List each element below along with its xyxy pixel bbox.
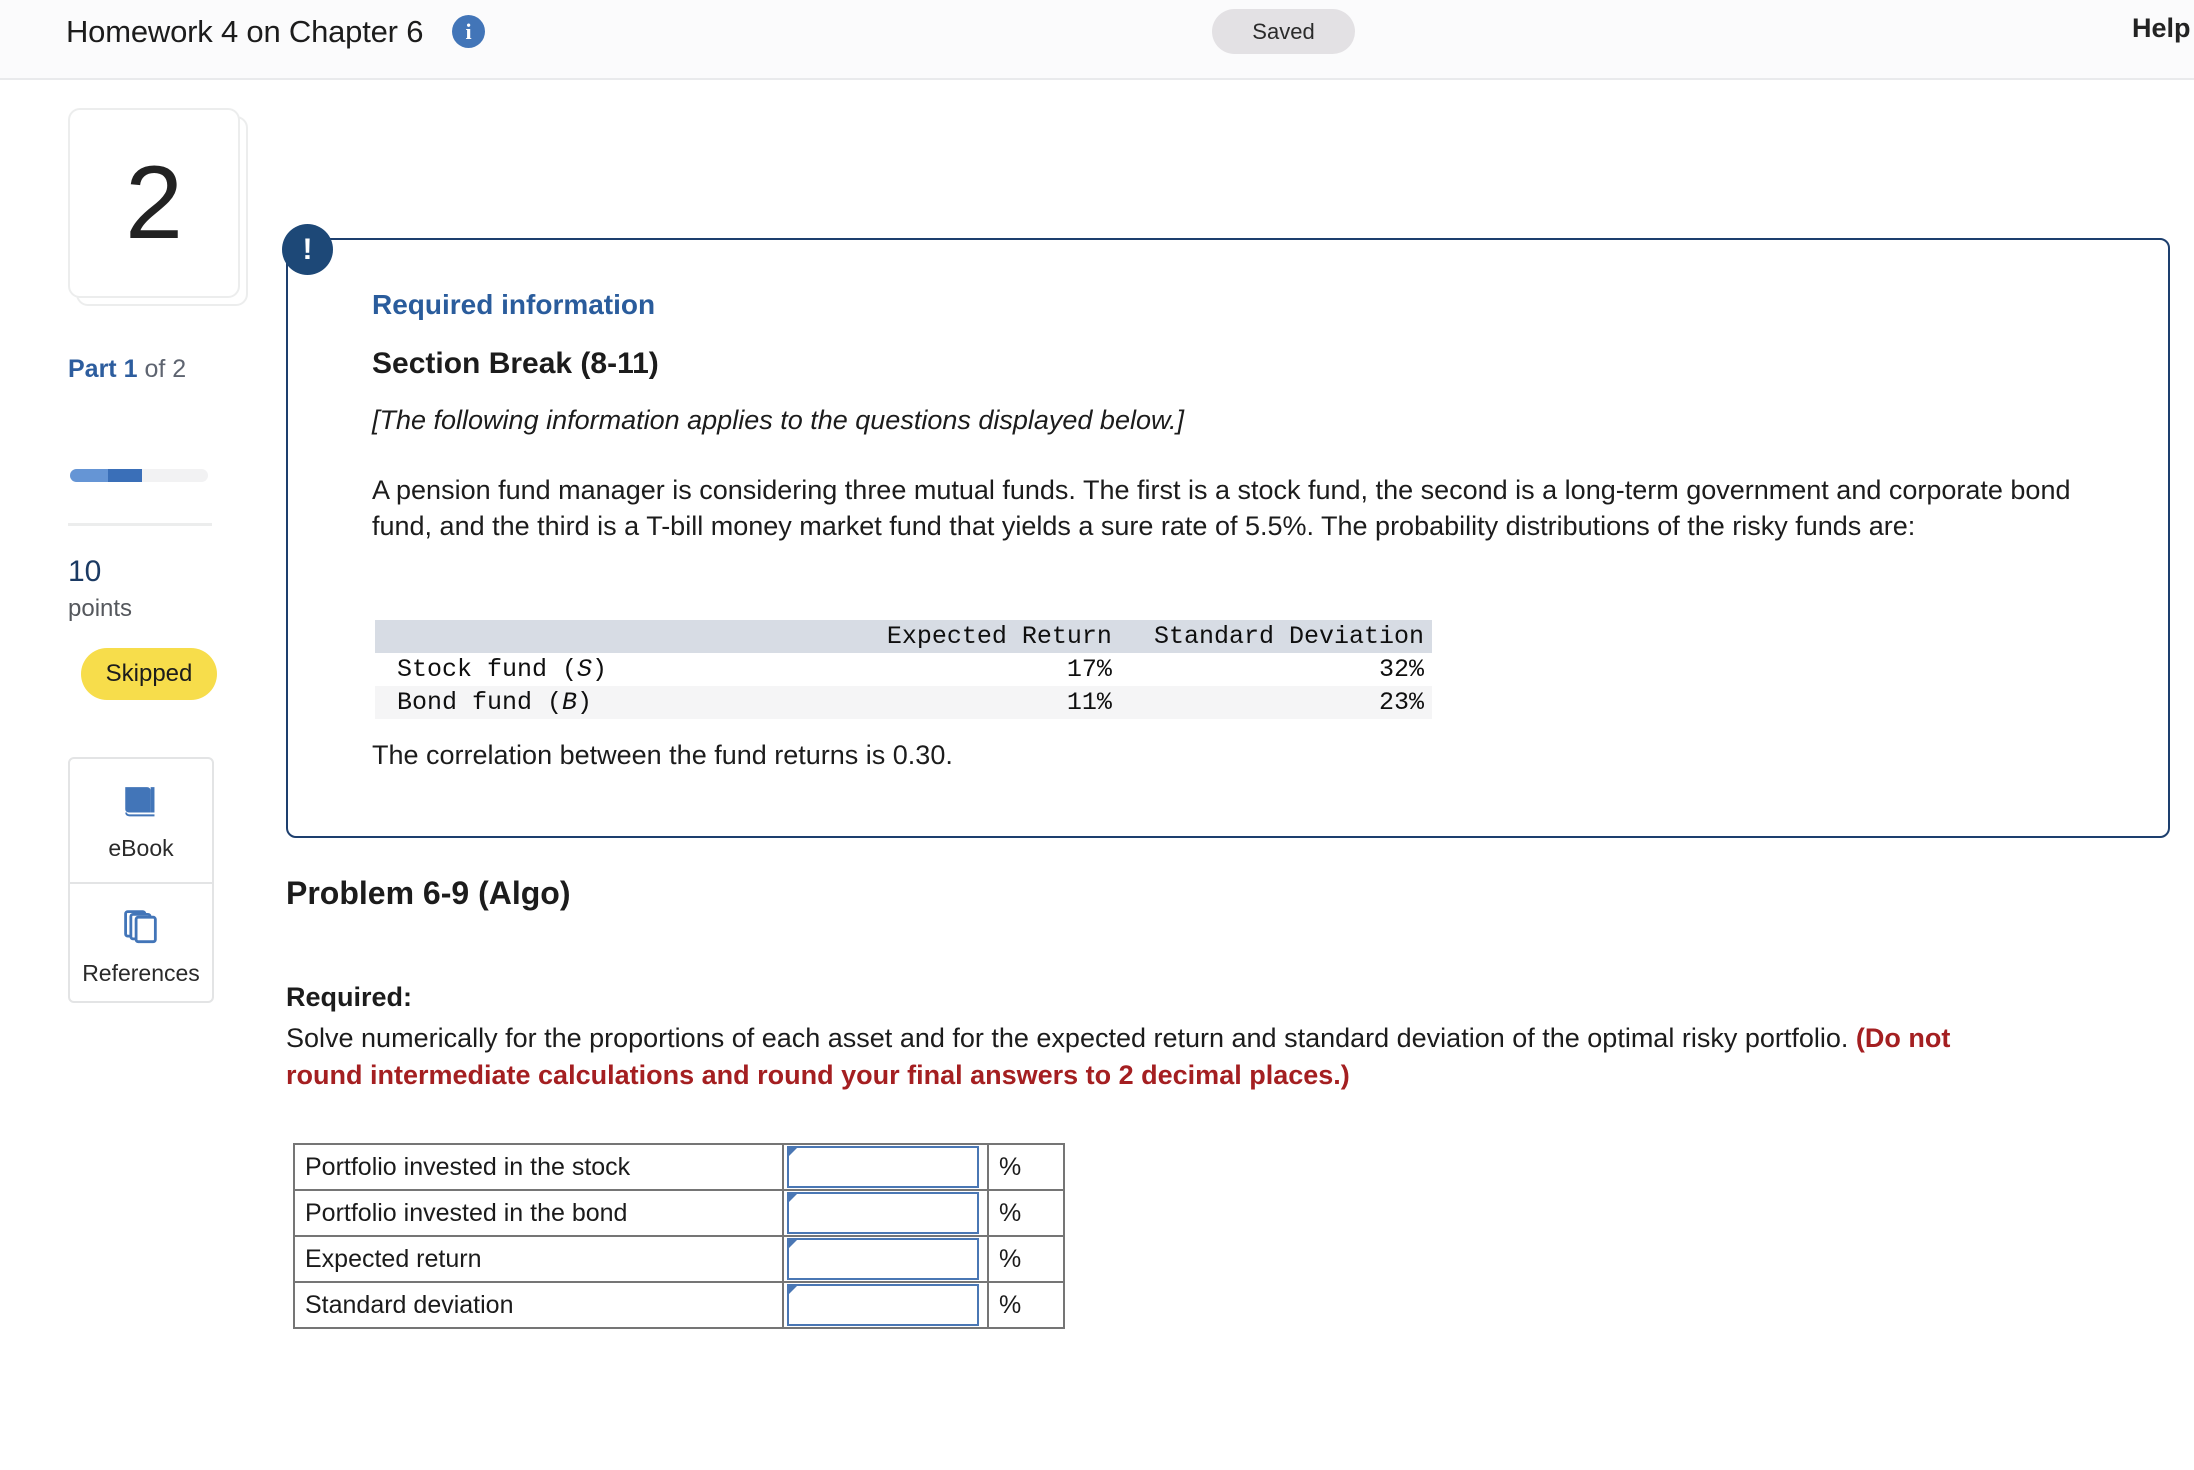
answer-table: Portfolio invested in the stock % Portfo… (293, 1143, 1065, 1329)
answer-input-bond[interactable] (787, 1192, 979, 1234)
fund-table-header-expected-return: Expected Return (886, 622, 1112, 651)
applies-note: [The following information applies to th… (372, 405, 1184, 435)
table-row: Standard deviation % (293, 1281, 1065, 1329)
answer-input-cell-expected-return (782, 1235, 989, 1283)
ebook-label: eBook (108, 835, 174, 861)
correlation-text: The correlation between the fund returns… (372, 740, 953, 770)
fund-data-table: Expected Return Standard Deviation Stock… (375, 620, 1432, 719)
answer-label-expected-return: Expected return (293, 1235, 784, 1283)
ebook-button[interactable]: eBook (70, 759, 212, 882)
part-progress-bar (70, 469, 208, 482)
fund-table-header-row: Expected Return Standard Deviation (375, 620, 1432, 653)
table-row: Stock fund (S) 17% 32% (375, 653, 1432, 686)
info-icon[interactable]: i (452, 15, 485, 48)
problem-title: Problem 6-9 (Algo) (286, 875, 571, 911)
help-link[interactable]: Help (2132, 13, 2191, 44)
tools-panel: eBook References (68, 757, 214, 1003)
section-break-title: Section Break (8-11) (372, 347, 659, 380)
stock-standard-deviation: 32% (1378, 655, 1424, 684)
question-number: 2 (125, 145, 183, 261)
answer-unit-stock: % (987, 1143, 1065, 1191)
exclamation-icon: ! (282, 224, 333, 275)
answer-label-stock: Portfolio invested in the stock (293, 1143, 784, 1191)
rail-divider (68, 523, 212, 526)
pages-stack-icon (70, 906, 212, 950)
required-instructions: Solve numerically for the proportions of… (286, 1020, 2026, 1094)
fund-symbol-stock: S (577, 655, 593, 684)
points-label: points (68, 595, 133, 622)
fund-name-bond-suffix: ) (577, 688, 593, 717)
fund-table-header-blank (375, 620, 808, 653)
part-current: 1 (123, 355, 138, 383)
table-row: Expected return % (293, 1235, 1065, 1283)
answer-input-cell-standard-deviation (782, 1281, 989, 1329)
references-label: References (82, 960, 200, 986)
answer-input-expected-return[interactable] (787, 1238, 979, 1280)
progress-segment-2 (108, 469, 142, 482)
fund-name-bond-prefix: Bond fund ( (397, 688, 563, 717)
answer-label-standard-deviation: Standard deviation (293, 1281, 784, 1329)
top-bar: Homework 4 on Chapter 6 i Saved Help (0, 0, 2194, 80)
fund-name-stock-suffix: ) (592, 655, 608, 684)
saved-status-badge: Saved (1212, 9, 1355, 54)
answer-input-cell-bond (782, 1189, 989, 1237)
question-number-card: 2 (68, 108, 248, 308)
answer-unit-expected-return: % (987, 1235, 1065, 1283)
answer-input-stock[interactable] (787, 1146, 979, 1188)
answer-label-bond: Portfolio invested in the bond (293, 1189, 784, 1237)
fund-symbol-bond: B (562, 688, 578, 717)
fund-name-stock: Stock fund (S) (375, 653, 808, 686)
book-icon (70, 781, 212, 825)
bond-standard-deviation: 23% (1378, 688, 1424, 717)
scenario-paragraph: A pension fund manager is considering th… (372, 475, 2071, 541)
required-information-label: Required information (372, 289, 656, 320)
page-title: Homework 4 on Chapter 6 (66, 14, 424, 49)
table-row: Portfolio invested in the stock % (293, 1143, 1065, 1191)
bond-expected-return: 11% (1066, 688, 1112, 717)
fund-name-bond: Bond fund (B) (375, 686, 808, 719)
answer-input-standard-deviation[interactable] (787, 1284, 979, 1326)
part-prefix: Part (68, 355, 124, 383)
progress-segment-1 (70, 469, 108, 482)
part-suffix: of 2 (137, 355, 187, 383)
stock-expected-return: 17% (1066, 655, 1112, 684)
points-value: 10 (68, 555, 102, 588)
part-indicator: Part 1 of 2 (68, 355, 186, 384)
required-instruction-text: Solve numerically for the proportions of… (286, 1023, 1856, 1053)
required-heading: Required: (286, 982, 413, 1012)
references-button[interactable]: References (70, 882, 212, 1005)
answer-input-cell-stock (782, 1143, 989, 1191)
fund-table-header-standard-deviation: Standard Deviation (1153, 622, 1424, 651)
table-row: Portfolio invested in the bond % (293, 1189, 1065, 1237)
answer-unit-bond: % (987, 1189, 1065, 1237)
answer-unit-standard-deviation: % (987, 1281, 1065, 1329)
status-badge: Skipped (81, 648, 217, 700)
fund-name-stock-prefix: Stock fund ( (397, 655, 578, 684)
table-row: Bond fund (B) 11% 23% (375, 686, 1432, 719)
